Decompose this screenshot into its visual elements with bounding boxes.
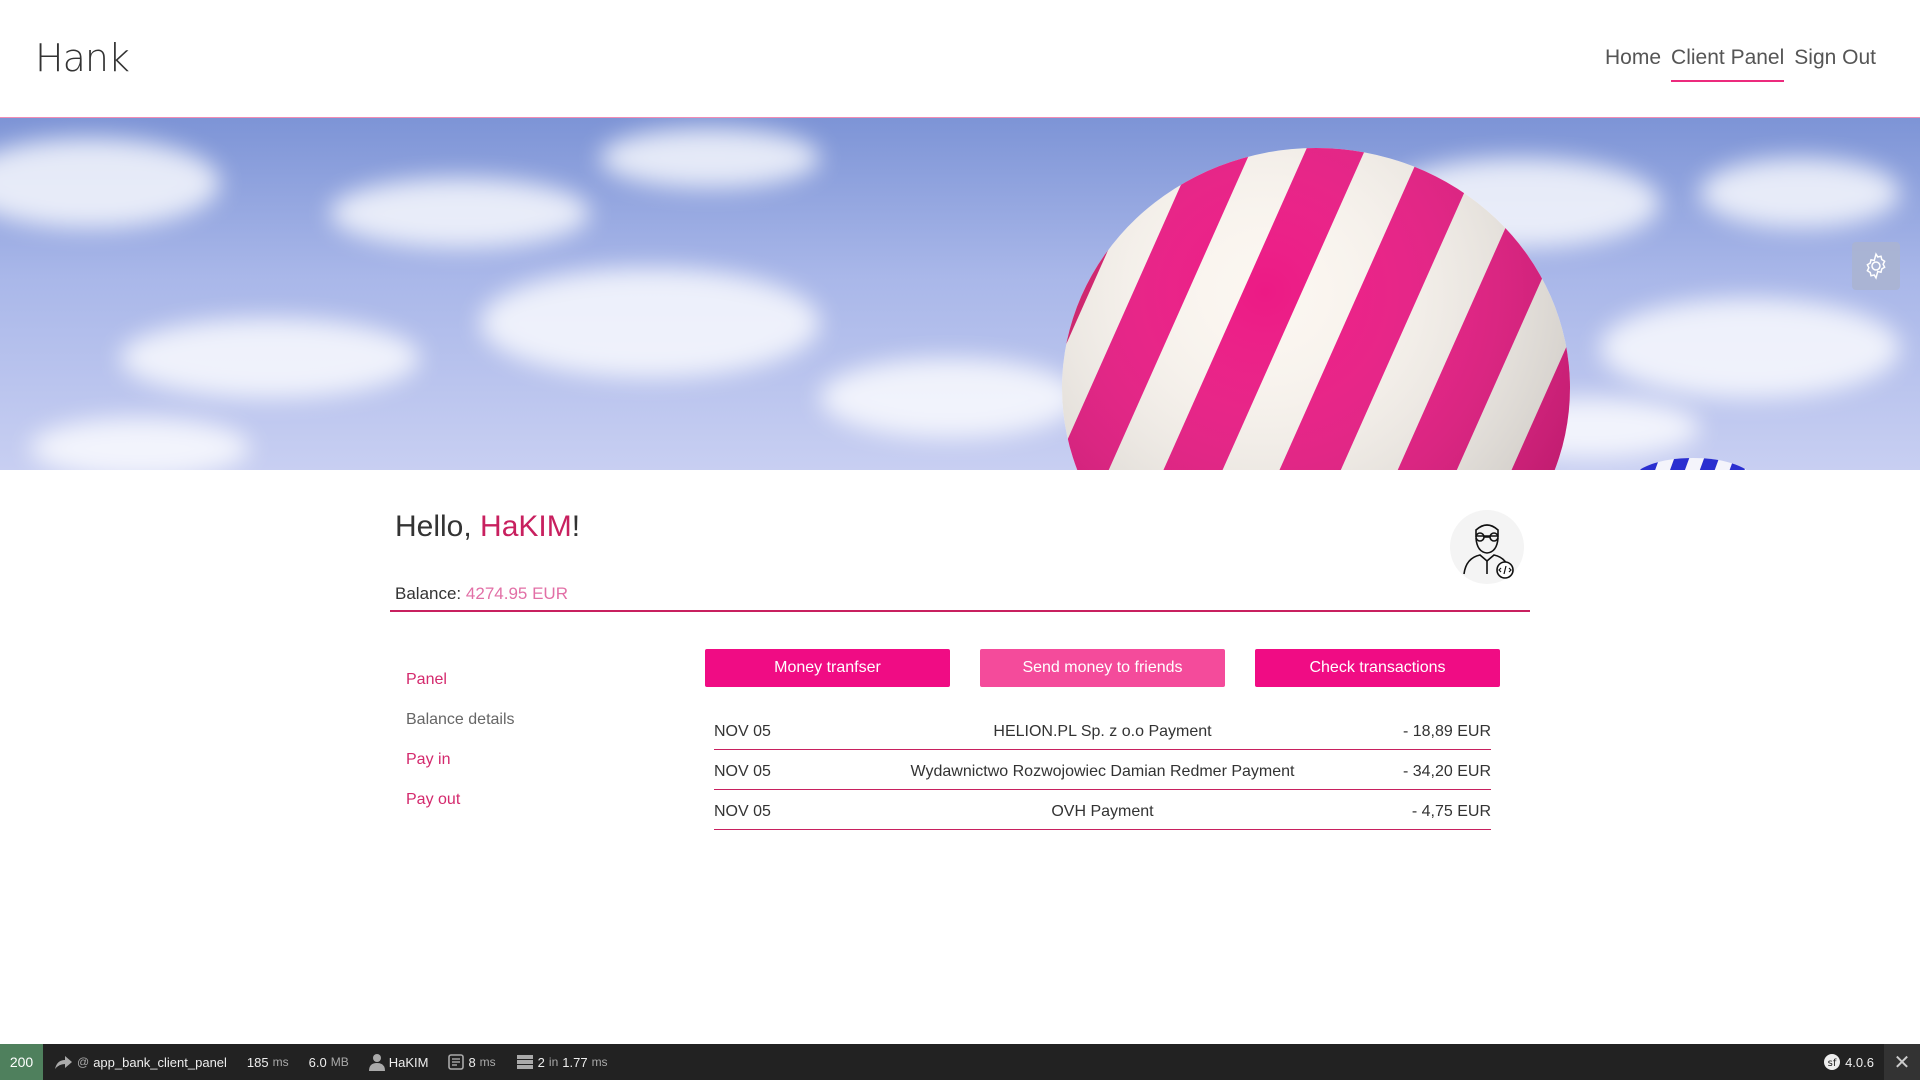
brand-logo[interactable]: Hank — [35, 36, 130, 80]
template-icon — [448, 1054, 465, 1070]
transaction-description: HELION.PL Sp. z o.o Payment — [993, 723, 1212, 740]
route-name: app_bank_client_panel — [93, 1054, 227, 1070]
db-count: 2 — [537, 1054, 545, 1070]
transaction-description: Wydawnictwo Rozwojowiec Damian Redmer Pa… — [910, 763, 1295, 780]
main-nav: Home Client Panel Sign Out — [1605, 46, 1876, 82]
balance-row: Balance: 4274.95 EUR — [390, 584, 1530, 612]
transaction-amount: - 34,20 EUR — [1402, 763, 1491, 780]
symfony-logo-icon: sf — [1824, 1054, 1841, 1070]
site-header: Hank Home Client Panel Sign Out — [0, 0, 1920, 118]
transaction-amount: - 4,75 EUR — [1411, 803, 1491, 820]
twig-value: 8 — [468, 1054, 476, 1070]
close-icon: ✕ — [1893, 1051, 1911, 1074]
gear-icon — [1866, 252, 1886, 280]
money-transfer-button[interactable]: Money tranfser — [705, 649, 950, 687]
greeting: Hello, HaKIM! — [395, 510, 580, 544]
sidebar-item-pay-out[interactable]: Pay out — [406, 780, 606, 820]
check-transactions-button[interactable]: Check transactions — [1255, 649, 1500, 687]
nav-home[interactable]: Home — [1605, 46, 1661, 82]
debug-toolbar: 200 @ app_bank_client_panel 185 ms 6.0 M… — [0, 1044, 1920, 1080]
sidebar-item-balance-details[interactable]: Balance details — [406, 700, 606, 740]
time-unit: ms — [272, 1055, 289, 1069]
transaction-row: HELION.PL Sp. z o.o Payment NOV 05 - 18,… — [714, 710, 1491, 750]
sidebar: Panel Balance details Pay in Pay out — [406, 660, 606, 820]
close-toolbar-button[interactable]: ✕ — [1884, 1044, 1920, 1080]
time-value: 185 — [246, 1054, 269, 1070]
sidebar-item-panel[interactable]: Panel — [406, 660, 606, 700]
toolbar-memory[interactable]: 6.0 MB — [299, 1044, 359, 1080]
database-icon — [516, 1055, 533, 1069]
transaction-row: OVH Payment NOV 05 - 4,75 EUR — [714, 790, 1491, 830]
toolbar-version[interactable]: sf 4.0.6 — [1813, 1044, 1884, 1080]
toolbar-time[interactable]: 185 ms — [237, 1044, 299, 1080]
hero-banner — [0, 118, 1920, 470]
toolbar-route[interactable]: @ app_bank_client_panel — [43, 1044, 237, 1080]
sidebar-item-pay-in[interactable]: Pay in — [406, 740, 606, 780]
twig-unit: ms — [479, 1055, 496, 1069]
action-buttons: Money tranfser Send money to friends Che… — [705, 649, 1500, 687]
toolbar-user-name: HaKIM — [388, 1054, 429, 1070]
nav-sign-out[interactable]: Sign Out — [1794, 46, 1876, 82]
send-money-to-friends-button[interactable]: Send money to friends — [980, 649, 1225, 687]
redirect-arrow-icon — [55, 1056, 72, 1069]
db-in: in — [548, 1055, 559, 1069]
transaction-date: NOV 05 — [714, 723, 771, 740]
toolbar-database[interactable]: 2 in 1.77 ms — [506, 1044, 618, 1080]
user-icon — [368, 1054, 385, 1071]
transaction-row: Wydawnictwo Rozwojowiec Damian Redmer Pa… — [714, 750, 1491, 790]
settings-button[interactable] — [1852, 242, 1900, 290]
toolbar-right: sf 4.0.6 ✕ — [1813, 1044, 1920, 1080]
avatar — [1450, 510, 1524, 584]
transaction-description: OVH Payment — [1051, 803, 1154, 820]
transactions-list: HELION.PL Sp. z o.o Payment NOV 05 - 18,… — [714, 710, 1491, 830]
route-prefix: @ — [77, 1055, 90, 1069]
nav-client-panel[interactable]: Client Panel — [1671, 46, 1785, 82]
balloon-image — [1062, 148, 1753, 470]
version-number: 4.0.6 — [1845, 1054, 1874, 1070]
status-code-badge[interactable]: 200 — [0, 1044, 43, 1080]
transaction-date: NOV 05 — [714, 763, 771, 780]
db-unit: ms — [591, 1055, 608, 1069]
toolbar-user[interactable]: HaKIM — [359, 1044, 439, 1080]
developer-avatar-icon — [1463, 524, 1514, 579]
db-time: 1.77 — [562, 1054, 588, 1070]
user-name: HaKIM — [480, 510, 572, 543]
svg-text:sf: sf — [1828, 1058, 1837, 1069]
memory-value: 6.0 — [308, 1054, 327, 1070]
memory-unit: MB — [330, 1055, 349, 1069]
balance-label: Balance: — [395, 584, 462, 603]
greeting-suffix: ! — [571, 510, 581, 543]
balance-value: 4274.95 EUR — [465, 584, 568, 603]
greeting-prefix: Hello, — [395, 510, 481, 543]
toolbar-twig[interactable]: 8 ms — [438, 1044, 505, 1080]
transaction-date: NOV 05 — [714, 803, 771, 820]
transaction-amount: - 18,89 EUR — [1402, 723, 1491, 740]
